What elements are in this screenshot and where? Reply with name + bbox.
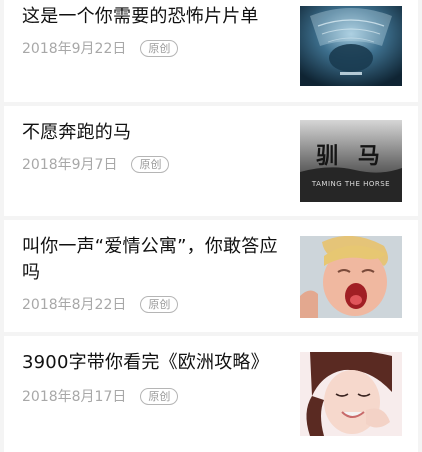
horse-movie-poster-thumbnail[interactable]: 驯 马 TAMING THE HORSE bbox=[300, 120, 402, 202]
article-title[interactable]: 3900字带你看完《欧洲攻略》 bbox=[22, 350, 282, 376]
horror-movie-poster-thumbnail[interactable] bbox=[300, 6, 402, 86]
article-date: 2018年9月7日 bbox=[22, 157, 118, 173]
article-meta: 2018年9月7日 原创 bbox=[22, 154, 170, 174]
article-title[interactable]: 叫你一声“爱情公寓”，你敢答应吗 bbox=[22, 234, 278, 286]
article-meta: 2018年9月22日 原创 bbox=[22, 38, 179, 58]
article-meta: 2018年8月17日 原创 bbox=[22, 386, 179, 406]
poster-caption: TAMING THE HORSE bbox=[311, 180, 391, 188]
article-card[interactable]: 3900字带你看完《欧洲攻略》 2018年8月17日 原创 bbox=[4, 336, 418, 452]
article-card[interactable]: 这是一个你需要的恐怖片片单 2018年9月22日 原创 bbox=[4, 0, 418, 102]
shouting-boy-photo-thumbnail[interactable] bbox=[300, 236, 402, 318]
poster-calligraphy: 驯 马 bbox=[316, 143, 386, 169]
original-badge: 原创 bbox=[140, 39, 179, 57]
article-title[interactable]: 这是一个你需要的恐怖片片单 bbox=[22, 4, 272, 30]
article-date: 2018年8月22日 bbox=[22, 297, 127, 313]
article-date: 2018年9月22日 bbox=[22, 41, 127, 57]
article-feed: 这是一个你需要的恐怖片片单 2018年9月22日 原创 不愿奔跑的马 2018年… bbox=[0, 0, 422, 452]
original-badge: 原创 bbox=[131, 155, 170, 173]
original-badge: 原创 bbox=[140, 387, 179, 405]
smiling-woman-photo-thumbnail[interactable] bbox=[300, 352, 402, 436]
original-badge: 原创 bbox=[140, 295, 179, 313]
article-card[interactable]: 不愿奔跑的马 2018年9月7日 原创 驯 马 TAMING THE HORSE bbox=[4, 106, 418, 216]
article-card[interactable]: 叫你一声“爱情公寓”，你敢答应吗 2018年8月22日 原创 bbox=[4, 220, 418, 332]
article-date: 2018年8月17日 bbox=[22, 389, 127, 405]
article-title[interactable]: 不愿奔跑的马 bbox=[22, 120, 272, 146]
article-meta: 2018年8月22日 原创 bbox=[22, 294, 179, 314]
